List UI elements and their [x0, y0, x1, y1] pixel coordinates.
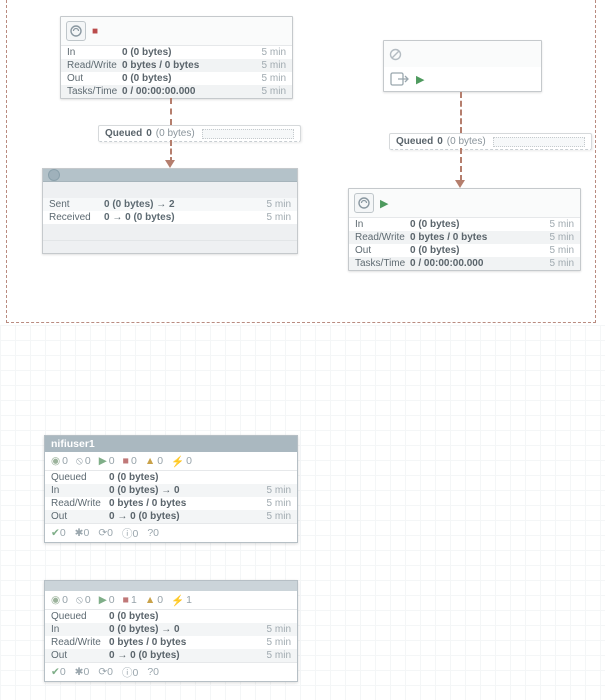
stale-icon: ⟳ [98, 527, 107, 539]
stale-icon: ⟳ [98, 666, 107, 678]
row-time: 5 min [262, 47, 286, 58]
stop-icon: ■ [92, 26, 98, 37]
queue-meter [493, 137, 585, 147]
running-icon: ▶ [99, 594, 107, 606]
transmitting-icon: ◉ [51, 455, 60, 467]
invalid-icon: ▲ [145, 594, 155, 606]
queue-count: 0 [146, 128, 152, 139]
process-group-unnamed[interactable]: ◉0 ⦸0 ▶0 ■1 ▲0 ⚡1 Queued0 (0 bytes) In0 … [44, 580, 298, 682]
disabled-icon [389, 48, 402, 61]
row-label: In [67, 47, 122, 58]
connection-queue[interactable]: Queued 0 (0 bytes) [98, 125, 301, 142]
flow-canvas[interactable]: ■ In0 (0 bytes)5 min Read/Write0 bytes /… [0, 0, 605, 700]
disabled-icon-small: ⚡ [171, 594, 184, 607]
input-port-disabled[interactable]: ▶ [383, 40, 542, 92]
stopped-icon: ■ [123, 455, 129, 467]
disabled-icon-small: ⚡ [171, 455, 184, 468]
invalid-icon: ▲ [145, 455, 155, 467]
connection-line [170, 98, 172, 125]
arrowhead-icon [455, 180, 465, 188]
sync-failure-icon: ⓘ [122, 665, 133, 680]
uptodate-icon: ✔ [51, 527, 60, 539]
process-group-nifiuser1[interactable]: nifiuser1 ◉0 ⦸0 ▶0 ■0 ▲0 ⚡0 Queued0 (0 b… [44, 435, 298, 543]
running-icon: ▶ [99, 455, 107, 467]
processor-icon [66, 21, 86, 41]
processor-running[interactable]: ▶ In0 (0 bytes)5 min Read/Write0 bytes /… [348, 188, 581, 271]
uptodate-icon: ✔ [51, 666, 60, 678]
pg-status-row: ◉0 ⦸0 ▶0 ■1 ▲0 ⚡1 [45, 591, 297, 610]
sync-failure-icon: ⓘ [122, 526, 133, 541]
pg-status-row: ◉0 ⦸0 ▶0 ■0 ▲0 ⚡0 [45, 452, 297, 471]
connection-queue[interactable]: Queued 0 (0 bytes) [389, 133, 592, 150]
play-icon: ▶ [416, 73, 424, 86]
queue-meter [202, 129, 294, 139]
arrowhead-icon [165, 160, 175, 168]
not-transmitting-icon: ⦸ [76, 455, 83, 468]
not-transmitting-icon: ⦸ [76, 594, 83, 607]
pg-title: nifiuser1 [51, 438, 95, 450]
queue-label: Queued [105, 128, 142, 139]
port-icon [390, 71, 410, 87]
queue-bytes: (0 bytes) [156, 128, 195, 139]
pg-version-row: ✔0 ✱0 ⟳0 ⓘ0 ?0 [45, 523, 297, 542]
transmitting-icon: ◉ [51, 594, 60, 606]
pg-version-row: ✔0 ✱0 ⟳0 ⓘ0 ?0 [45, 662, 297, 681]
processor-icon [354, 193, 374, 213]
connection-line [460, 148, 462, 181]
processor-stopped[interactable]: ■ In0 (0 bytes)5 min Read/Write0 bytes /… [60, 16, 293, 99]
play-icon: ▶ [380, 197, 388, 210]
row-value: 0 (0 bytes) [122, 47, 262, 58]
transmission-icon [48, 169, 60, 181]
stopped-icon: ■ [123, 594, 129, 606]
remote-process-group[interactable]: Sent0 (0 bytes) → 25 min Received0 → 0 (… [42, 168, 298, 254]
connection-line [460, 92, 462, 133]
